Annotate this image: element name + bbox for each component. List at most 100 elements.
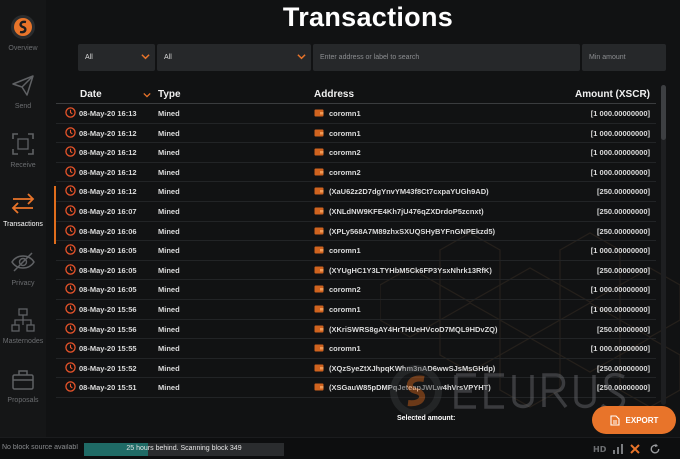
table-row[interactable]: 08-May-20 15:56 Mined coromn1 [1 000.000000… <box>56 300 656 320</box>
row-type: Mined <box>158 128 180 138</box>
row-type: Mined <box>158 167 180 177</box>
row-amount: [1 000.00000000] <box>590 167 650 177</box>
status-bar: No block source available... 25 hours be… <box>0 437 680 459</box>
row-address: (XYUgHC1Y3LTYHbM5Ck6FP3YsxNhrk13RfK) <box>329 265 492 275</box>
clock-icon <box>65 303 76 314</box>
sync-progress-text: 25 hours behind. Scanning block 349 <box>126 445 242 452</box>
table-row[interactable]: 08-May-20 16:12 Mined coromn2 [1 000.000000… <box>56 143 656 163</box>
wallet-icon <box>314 246 324 254</box>
wallet-icon <box>314 129 324 137</box>
row-amount: [250.00000000] <box>597 206 650 216</box>
table-scrollbar[interactable] <box>661 85 666 405</box>
column-header-address[interactable]: Address <box>314 89 354 100</box>
date-filter-select[interactable]: All <box>78 44 155 71</box>
row-address: coromn2 <box>329 167 361 177</box>
sidebar-item-overview[interactable]: Overview <box>0 10 46 68</box>
address-search-input[interactable]: Enter address or label to search <box>313 44 580 71</box>
wallet-icon <box>314 325 324 333</box>
sidebar-item-label: Overview <box>8 45 38 52</box>
clock-icon <box>65 205 76 216</box>
hd-wallet-icon[interactable]: HD <box>593 443 609 455</box>
eye-off-icon <box>11 252 35 272</box>
sidebar-item-receive[interactable]: Receive <box>0 127 46 185</box>
wallet-icon <box>314 227 324 235</box>
row-amount: [250.00000000] <box>597 226 650 236</box>
row-address: (XKriSWRS8gAY4HrTHUeHVcoD7MQL9HDvZQ) <box>329 324 498 334</box>
row-type: Mined <box>158 187 180 197</box>
row-type: Mined <box>158 285 180 295</box>
svg-text:HD: HD <box>593 445 607 454</box>
sidebar-item-label: Send <box>14 103 32 110</box>
transaction-list: 08-May-20 16:13 Mined coromn1 [1 000.000000… <box>56 104 656 404</box>
row-date: 08-May-20 16:12 <box>79 128 137 138</box>
row-amount: [1 000.00000000] <box>590 109 650 118</box>
wallet-icon <box>314 109 324 117</box>
sidebar-item-proposals[interactable]: Proposals <box>0 362 46 420</box>
selected-amount-label: Selected amount: <box>397 415 456 422</box>
table-header: Date Type Address Amount (XSCR) <box>56 87 656 103</box>
address-search-placeholder: Enter address or label to search <box>320 54 420 61</box>
wallet-icon <box>314 305 324 313</box>
clock-icon <box>65 264 76 275</box>
wallet-icon <box>314 364 324 372</box>
table-row[interactable]: 08-May-20 16:12 Mined coromn1 [1 000.000000… <box>56 124 656 144</box>
wallet-icon <box>314 187 324 195</box>
column-header-type[interactable]: Type <box>158 89 181 100</box>
row-address: (XPLy568A7M89zhxSXUQSHyBYFnGNPEkzd5) <box>329 226 496 236</box>
row-date: 08-May-20 16:05 <box>79 265 137 275</box>
scrollbar-thumb[interactable] <box>661 85 666 140</box>
type-filter-select[interactable]: All <box>157 44 311 71</box>
sort-chevron-icon[interactable] <box>143 91 151 99</box>
table-row[interactable]: 08-May-20 15:55 Mined coromn1 [1 000.000000… <box>56 339 656 359</box>
row-date: 08-May-20 15:56 <box>79 304 137 314</box>
table-row[interactable]: 08-May-20 16:07 Mined (XNLdNW9KFE4Kh7jU476… <box>56 202 656 222</box>
clock-icon <box>65 244 76 255</box>
table-row[interactable]: 08-May-20 16:12 Mined (XaU62z2D7dgYnvYM43f… <box>56 182 656 202</box>
min-amount-placeholder: Min amount <box>589 54 626 61</box>
sidebar-item-masternodes[interactable]: Masternodes <box>0 303 46 361</box>
min-amount-input[interactable]: Min amount <box>582 44 666 71</box>
sidebar-item-send[interactable]: Send <box>0 68 46 126</box>
row-amount: [250.00000000] <box>597 265 650 275</box>
row-address: (XNLdNW9KFE4Kh7jU476qZXDrdoP5zcnxt) <box>329 206 484 216</box>
table-row[interactable]: 08-May-20 16:06 Mined (XPLy568A7M89zhxSXUQ… <box>56 222 656 242</box>
row-amount: [1 000.00000000] <box>590 285 650 295</box>
export-button-label: EXPORT <box>625 415 659 425</box>
column-header-amount[interactable]: Amount (XSCR) <box>575 89 650 100</box>
row-amount: [1 000.00000000] <box>590 128 650 138</box>
row-type: Mined <box>158 206 180 216</box>
row-date: 08-May-20 16:12 <box>79 187 137 197</box>
clock-icon <box>65 322 76 334</box>
row-address: coromn1 <box>329 344 361 354</box>
sync-icon[interactable] <box>647 443 663 455</box>
export-button[interactable]: EXPORT <box>592 406 676 434</box>
sidebar: Overview Send Receive Transactions Priva… <box>0 0 56 437</box>
table-row[interactable]: 08-May-20 16:05 Mined (XYUgHC1Y3LTYHbM5Ck6… <box>56 261 656 281</box>
staking-off-icon[interactable] <box>629 443 641 455</box>
clock-icon <box>65 283 76 295</box>
column-header-date[interactable]: Date <box>80 89 102 100</box>
row-type: Mined <box>158 265 180 275</box>
row-type: Mined <box>158 246 180 256</box>
row-date: 08-May-20 16:07 <box>79 206 137 216</box>
row-type: Mined <box>158 148 180 158</box>
wallet-icon <box>314 148 324 156</box>
row-date: 08-May-20 15:55 <box>79 344 137 354</box>
page-title: Transactions <box>282 2 454 32</box>
sidebar-item-privacy[interactable]: Privacy <box>0 245 46 303</box>
table-row[interactable]: 08-May-20 16:13 Mined coromn1 [1 000.000000… <box>56 104 656 124</box>
main-content: Transactions All All Enter address or la… <box>56 0 680 437</box>
sidebar-item-transactions[interactable]: Transactions <box>0 186 56 244</box>
sidebar-item-label: Transactions <box>3 221 43 228</box>
table-row[interactable]: 08-May-20 16:12 Mined coromn2 [1 000.000000… <box>56 163 656 183</box>
table-row[interactable]: 08-May-20 16:05 Mined coromn2 [1 000.000000… <box>56 280 656 300</box>
connections-icon[interactable] <box>612 443 624 455</box>
row-type: Mined <box>158 109 180 118</box>
wallet-icon <box>314 383 324 391</box>
clock-icon <box>65 107 76 118</box>
receive-icon <box>12 133 34 155</box>
type-filter-value: All <box>164 54 172 61</box>
table-row[interactable]: 08-May-20 15:56 Mined (XKriSWRS8gAY4HrTHUe… <box>56 320 656 340</box>
table-row[interactable]: 08-May-20 16:05 Mined coromn1 [1 000.000000… <box>56 241 656 261</box>
row-amount: [1 000.00000000] <box>590 148 650 158</box>
